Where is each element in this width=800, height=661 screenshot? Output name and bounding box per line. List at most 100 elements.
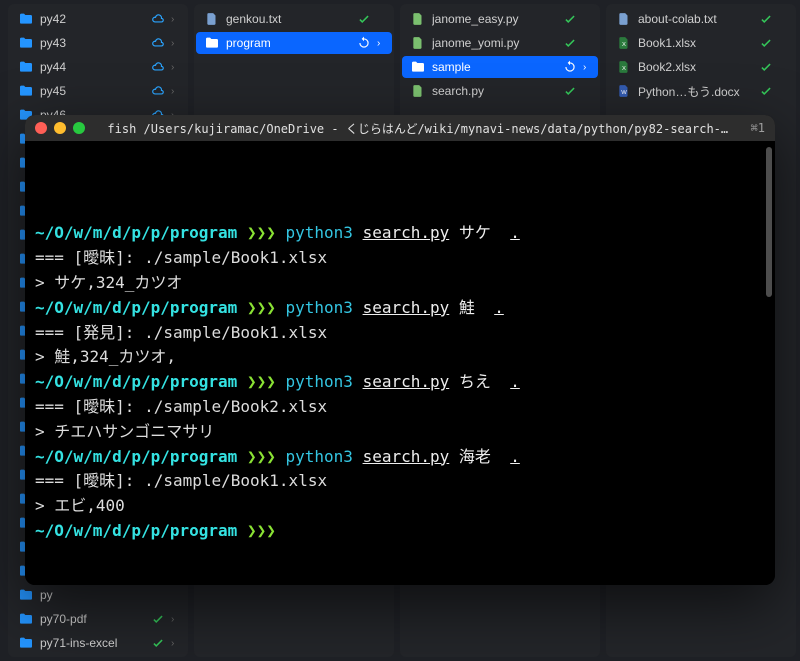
terminal-output-line: === [発見]: ./sample/Book1.xlsx (35, 321, 765, 346)
command-arg: 鮭 (459, 298, 475, 317)
terminal-prompt-line: ~/O/w/m/d/p/p/program ❯❯❯ (35, 519, 765, 544)
close-icon[interactable] (35, 122, 47, 134)
check-icon (563, 12, 577, 26)
chevron-right-icon: › (171, 638, 178, 649)
file-py-icon (410, 35, 426, 51)
folder-icon (18, 83, 34, 99)
file-label: sample (432, 60, 557, 74)
scrollbar[interactable] (766, 147, 772, 297)
file-row[interactable]: search.py (402, 80, 598, 102)
chevron-right-icon: › (377, 38, 384, 49)
terminal-output-line: === [曖昧]: ./sample/Book2.xlsx (35, 395, 765, 420)
chevron-right-icon: › (171, 614, 178, 625)
command-dot: . (510, 372, 520, 391)
file-label: about-colab.txt (638, 12, 753, 26)
terminal-output-line: > 鮭,324_カツオ, (35, 345, 765, 370)
file-label: py (40, 588, 145, 602)
terminal-output-line: > サケ,324_カツオ (35, 271, 765, 296)
folder-icon (18, 611, 34, 627)
prompt-glyph: ❯❯❯ (247, 298, 276, 317)
command-arg: ちえ (459, 372, 491, 391)
file-label: py44 (40, 60, 145, 74)
command-dot: . (510, 447, 520, 466)
folder-icon (18, 11, 34, 27)
prompt-glyph: ❯❯❯ (247, 223, 276, 242)
sync-icon (563, 60, 577, 74)
file-row[interactable]: genkou.txt (196, 8, 392, 30)
command-script: search.py (363, 372, 450, 391)
command-arg: 海老 (459, 447, 491, 466)
terminal-body[interactable]: ~/O/w/m/d/p/p/program ❯❯❯ python3 search… (25, 141, 775, 585)
folder-row[interactable]: py42› (10, 8, 186, 30)
file-py-icon (410, 83, 426, 99)
terminal-title: fish /Users/kujiramac/OneDrive - くじらはんど/… (92, 120, 744, 137)
command-arg: サケ (459, 223, 491, 242)
folder-row[interactable]: py45› (10, 80, 186, 102)
folder-row[interactable]: py71-ins-excel › (10, 632, 186, 654)
terminal-prompt-line: ~/O/w/m/d/p/p/program ❯❯❯ python3 search… (35, 370, 765, 395)
file-label: janome_easy.py (432, 12, 557, 26)
file-txt-icon (616, 11, 632, 27)
file-label: py42 (40, 12, 145, 26)
prompt-glyph: ❯❯❯ (247, 447, 276, 466)
file-label: Book1.xlsx (638, 36, 753, 50)
terminal-output-line: === [曖昧]: ./sample/Book1.xlsx (35, 469, 765, 494)
folder-icon (18, 635, 34, 651)
file-row[interactable]: about-colab.txt (608, 8, 794, 30)
prompt-path: ~/O/w/m/d/p/p/program (35, 447, 237, 466)
check-icon (151, 612, 165, 626)
terminal-titlebar[interactable]: fish /Users/kujiramac/OneDrive - くじらはんど/… (25, 115, 775, 141)
file-label: genkou.txt (226, 12, 351, 26)
prompt-glyph: ❯❯❯ (247, 521, 276, 540)
check-icon (563, 36, 577, 50)
cloud-icon (151, 60, 165, 74)
folder-row[interactable]: py70-pdf › (10, 608, 186, 630)
file-row[interactable]: janome_easy.py (402, 8, 598, 30)
command-script: search.py (363, 223, 450, 242)
folder-icon (204, 35, 220, 51)
file-label: py45 (40, 84, 145, 98)
terminal-prompt-line: ~/O/w/m/d/p/p/program ❯❯❯ python3 search… (35, 445, 765, 470)
prompt-glyph: ❯❯❯ (247, 372, 276, 391)
check-icon (357, 12, 371, 26)
folder-row[interactable]: py44 › (10, 56, 186, 78)
command-name: python3 (285, 298, 352, 317)
file-row[interactable]: janome_yomi.py (402, 32, 598, 54)
file-label: py71-ins-excel (40, 636, 145, 650)
file-row[interactable]: X Book1.xlsx (608, 32, 794, 54)
chevron-right-icon: › (583, 62, 590, 73)
svg-text:X: X (622, 66, 626, 72)
zoom-icon[interactable] (73, 122, 85, 134)
cloud-icon (151, 36, 165, 50)
folder-row[interactable]: program › (196, 32, 392, 54)
terminal-output-line: > チエハサンゴニマサリ (35, 420, 765, 445)
terminal-output-line: > エビ,400 (35, 494, 765, 519)
file-label: py70-pdf (40, 612, 145, 626)
file-doc-icon: W (616, 83, 632, 99)
folder-row[interactable]: py (10, 584, 186, 606)
file-label: py43 (40, 36, 145, 50)
terminal-tab-indicator[interactable]: ⌘1 (751, 121, 765, 135)
check-icon (759, 12, 773, 26)
chevron-right-icon: › (171, 62, 178, 73)
file-label: program (226, 36, 351, 50)
minimize-icon[interactable] (54, 122, 66, 134)
folder-icon (410, 59, 426, 75)
folder-icon (18, 35, 34, 51)
folder-row[interactable]: py43› (10, 32, 186, 54)
cloud-icon (151, 84, 165, 98)
folder-row[interactable]: sample › (402, 56, 598, 78)
folder-icon (18, 587, 34, 603)
svg-text:X: X (622, 42, 626, 48)
command-dot: . (494, 298, 504, 317)
file-row[interactable]: WPython…もう.docx (608, 80, 794, 102)
prompt-path: ~/O/w/m/d/p/p/program (35, 372, 237, 391)
prompt-path: ~/O/w/m/d/p/p/program (35, 223, 237, 242)
prompt-path: ~/O/w/m/d/p/p/program (35, 298, 237, 317)
file-row[interactable]: XBook2.xlsx (608, 56, 794, 78)
check-icon (563, 84, 577, 98)
sync-icon (357, 36, 371, 50)
terminal-output-line: === [曖昧]: ./sample/Book1.xlsx (35, 246, 765, 271)
cloud-icon (151, 12, 165, 26)
file-txt-icon (204, 11, 220, 27)
